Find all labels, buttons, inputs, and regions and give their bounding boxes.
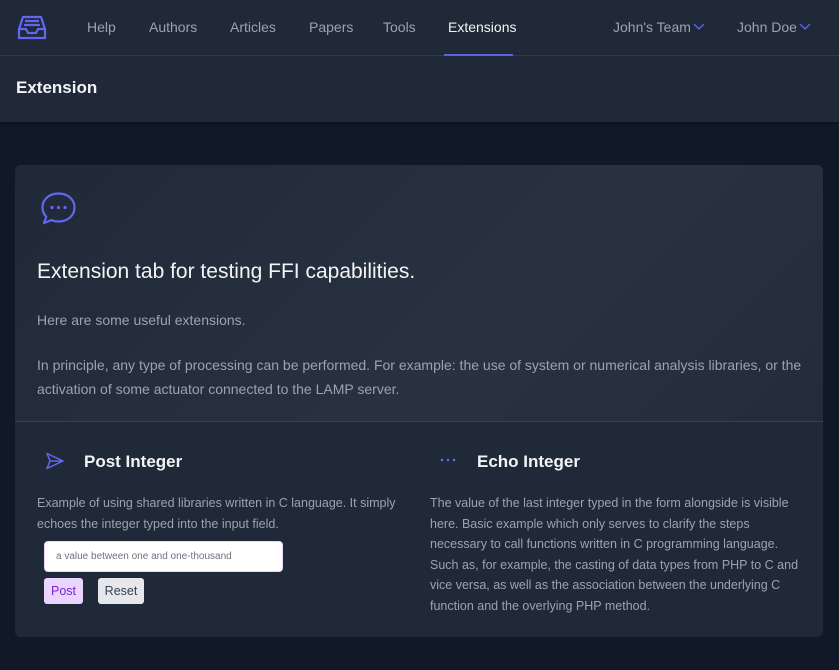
card-headline: Extension tab for testing FFI capabiliti… (37, 260, 416, 283)
card-intro: Here are some useful extensions. (37, 312, 246, 328)
nav-link-papers[interactable]: Papers (309, 0, 353, 56)
user-dropdown[interactable]: John Doe (737, 0, 817, 56)
post-integer-description: Example of using shared libraries writte… (37, 496, 396, 531)
paper-airplane-icon (46, 452, 64, 470)
nav-link-extensions[interactable]: Extensions (448, 0, 516, 56)
top-navigation: Help Authors Articles Papers Tools Exten… (0, 0, 839, 56)
divider (15, 421, 823, 422)
inbox-logo-icon[interactable] (16, 12, 48, 42)
post-button[interactable]: Post (44, 578, 83, 604)
team-label: John's Team (613, 19, 691, 35)
echo-integer-description: The value of the last integer typed in t… (430, 496, 799, 613)
chevron-down-icon (799, 23, 811, 30)
reset-button[interactable]: Reset (98, 578, 144, 604)
chat-bubble-icon (41, 192, 76, 225)
card-description: In principle, any type of processing can… (37, 357, 802, 397)
post-integer-title: Post Integer (84, 452, 183, 471)
nav-link-help[interactable]: Help (87, 0, 116, 56)
integer-input[interactable] (44, 541, 283, 572)
user-label: John Doe (737, 19, 797, 35)
team-dropdown[interactable]: John's Team (613, 0, 708, 56)
nav-link-authors[interactable]: Authors (149, 0, 197, 56)
page-title: Extension (16, 78, 98, 97)
page-header (0, 56, 839, 122)
ellipsis-icon (440, 458, 456, 462)
echo-integer-title: Echo Integer (477, 452, 580, 471)
nav-link-articles[interactable]: Articles (230, 0, 276, 56)
chevron-down-icon (693, 23, 705, 30)
nav-link-tools[interactable]: Tools (383, 0, 416, 56)
